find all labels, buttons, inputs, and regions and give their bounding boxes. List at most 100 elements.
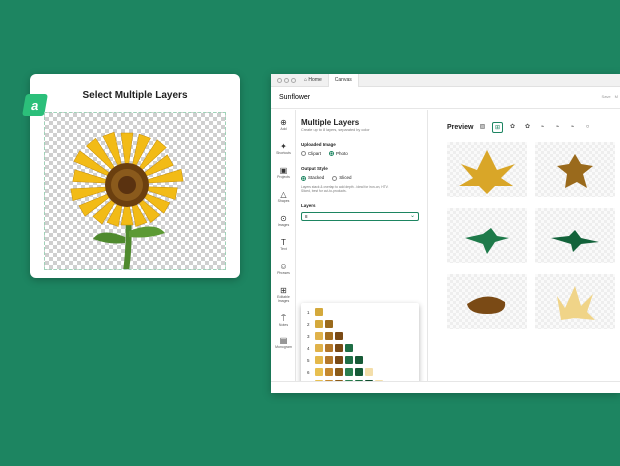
layers-label: Layers xyxy=(301,202,316,208)
image-view-icon[interactable]: ▨ xyxy=(477,122,488,133)
layers-option-2[interactable]: 2 xyxy=(301,319,419,330)
radio-photo[interactable]: Photo xyxy=(329,151,348,157)
radio-clipart[interactable]: Clipart xyxy=(301,151,321,157)
color-swatch xyxy=(325,344,333,352)
project-name: Sunflower xyxy=(279,94,311,101)
bottom-bar xyxy=(271,381,620,393)
color-swatch xyxy=(335,332,343,340)
sidebar-item-monogram[interactable]: ▤ Monogram xyxy=(271,336,296,349)
green-leaf-layer[interactable] xyxy=(447,208,527,263)
panel-title: Multiple Layers xyxy=(301,118,360,127)
color-swatch xyxy=(335,344,343,352)
radio-stacked[interactable]: Stacked xyxy=(301,175,324,181)
yellow-petals-layer[interactable] xyxy=(447,142,527,197)
plus-icon: ⊕ xyxy=(280,118,287,127)
sidebar-item-phrases[interactable]: ☺ Phrases xyxy=(271,262,296,275)
save-button[interactable]: Save xyxy=(602,94,611,99)
title-bar: ⌂ Home Canvas xyxy=(271,74,620,87)
left-toolbar: ⊕ Add ✦ Shortcuts ▣ Projects △ Shapes ⊙ Image… xyxy=(271,110,296,393)
color-swatch xyxy=(315,308,323,316)
projects-icon: ▣ xyxy=(279,166,288,175)
layer-1-icon[interactable]: ✿ xyxy=(507,122,518,133)
color-swatch xyxy=(365,368,373,376)
option-number: 4 xyxy=(307,346,310,351)
layers-option-1[interactable]: 1 xyxy=(301,307,419,318)
layers-option-3[interactable]: 3 xyxy=(301,331,419,342)
color-swatch xyxy=(315,368,323,376)
color-swatch xyxy=(325,368,333,376)
sidebar-item-editable-images[interactable]: ⊞ Editable Images xyxy=(271,286,296,303)
sunflower-image xyxy=(70,131,184,269)
radio-selected-icon xyxy=(301,175,306,181)
layer-shape xyxy=(459,150,515,194)
brown-layer[interactable] xyxy=(535,142,615,197)
sidebar-item-projects[interactable]: ▣ Projects xyxy=(271,166,296,179)
option-number: 3 xyxy=(307,334,310,339)
layer-5-icon[interactable]: ⌁ xyxy=(567,122,578,133)
sidebar-item-images[interactable]: ⊙ Images xyxy=(271,214,296,227)
color-swatch xyxy=(345,356,353,364)
color-swatch xyxy=(345,344,353,352)
dark-green-layer[interactable] xyxy=(535,208,615,263)
option-number: 1 xyxy=(307,310,310,315)
output-style-label: Output Style xyxy=(301,166,328,172)
option-number: 2 xyxy=(307,322,310,327)
sidebar-item-text[interactable]: T Text xyxy=(271,238,296,251)
tab-canvas[interactable]: Canvas xyxy=(327,74,359,87)
layers-option-4[interactable]: 4 xyxy=(301,343,419,354)
layer-shape xyxy=(557,286,595,320)
monogram-icon: ▤ xyxy=(279,336,288,345)
layers-option-5[interactable]: 5 xyxy=(301,355,419,366)
layer-4-icon[interactable]: ⌁ xyxy=(552,122,563,133)
seed-center-layer[interactable] xyxy=(447,274,527,329)
color-swatch xyxy=(355,368,363,376)
color-swatch xyxy=(325,332,333,340)
layer-shape xyxy=(467,296,506,314)
phrases-icon: ☺ xyxy=(279,262,288,271)
layers-select[interactable]: 8 ⌄ xyxy=(301,211,419,221)
color-swatch xyxy=(315,320,323,328)
sidebar-item-shortcuts[interactable]: ✦ Shortcuts xyxy=(271,142,296,155)
shapes-icon: △ xyxy=(280,190,287,199)
layer-3-icon[interactable]: ⌁ xyxy=(537,122,548,133)
light-petals-layer[interactable] xyxy=(535,274,615,329)
window-control-icon[interactable] xyxy=(291,77,296,83)
radio-sliced[interactable]: Sliced xyxy=(332,175,352,181)
chevron-down-icon: ⌄ xyxy=(409,212,415,219)
window-control-icon[interactable] xyxy=(277,77,282,83)
shortcuts-icon: ✦ xyxy=(280,142,287,151)
text-icon: T xyxy=(281,238,286,247)
settings-panel: Multiple Layers Create up to 8 layers, s… xyxy=(301,118,425,221)
color-swatch xyxy=(355,356,363,364)
uploaded-image-label: Uploaded Image xyxy=(301,142,336,147)
layer-shape xyxy=(465,228,509,254)
radio-selected-icon xyxy=(329,151,335,157)
option-number: 6 xyxy=(307,370,310,375)
color-swatch xyxy=(315,332,323,340)
option-number: 5 xyxy=(307,358,310,363)
preview-title: Preview xyxy=(447,124,474,131)
layer-2-icon[interactable]: ✿ xyxy=(522,122,533,133)
color-swatch xyxy=(325,356,333,364)
tab-home[interactable]: ⌂ Home xyxy=(298,74,328,87)
sidebar-item-notes[interactable]: ⍑ Notes xyxy=(271,314,296,327)
layers-dropdown: 123456789 xyxy=(301,303,419,393)
panel-subtitle: Create up to 8 layers, separated by colo… xyxy=(301,128,370,132)
notes-icon: ⍑ xyxy=(281,314,286,323)
project-header: Sunflower Save M xyxy=(271,87,620,109)
color-swatch xyxy=(335,368,343,376)
color-swatch xyxy=(315,356,323,364)
sidebar-item-add[interactable]: ⊕ Add xyxy=(271,118,296,131)
sunflower-canvas[interactable] xyxy=(44,112,226,270)
layers-option-6[interactable]: 6 xyxy=(301,367,419,378)
sidebar-item-shapes[interactable]: △ Shapes xyxy=(271,190,296,203)
editable-images-icon: ⊞ xyxy=(280,286,287,295)
menu-button[interactable]: M xyxy=(615,94,618,99)
app-window: ⌂ Home Canvas Sunflower Save M ⊕ Add ✦ Sho… xyxy=(271,74,620,393)
output-style-note: Layers stack & overlap to add depth - id… xyxy=(301,184,389,193)
radio-icon xyxy=(301,151,306,157)
layer-6-icon[interactable]: ○ xyxy=(582,122,593,133)
grid-view-icon[interactable]: ⊞ xyxy=(492,122,503,133)
images-icon: ⊙ xyxy=(280,214,287,223)
window-control-icon[interactable] xyxy=(284,77,289,83)
